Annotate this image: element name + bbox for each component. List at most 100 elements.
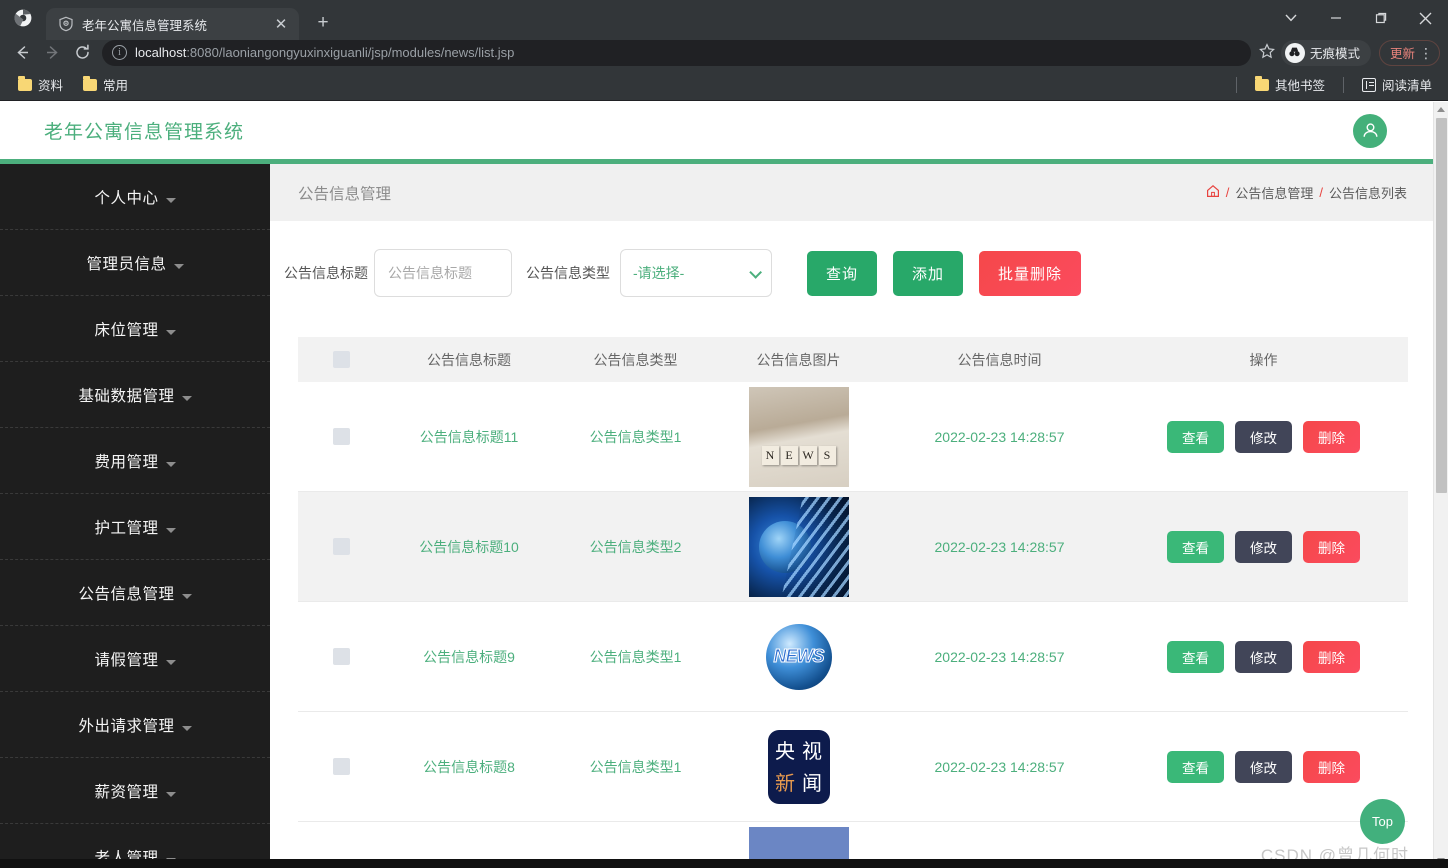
tab-close-icon[interactable]: ✕ (271, 14, 291, 34)
sidebar-item-label: 外出请求管理 (78, 717, 175, 735)
user-avatar-icon[interactable] (1353, 113, 1387, 148)
reload-icon[interactable] (68, 39, 96, 67)
sidebar-item-outing-request[interactable]: 外出请求管理 (0, 692, 270, 758)
back-icon[interactable] (8, 39, 36, 67)
thumb-letter: W (799, 445, 817, 465)
row-checkbox[interactable] (332, 758, 350, 775)
sidebar-item-label: 基础数据管理 (78, 387, 175, 405)
sidebar-item-leave-management[interactable]: 请假管理 (0, 626, 270, 692)
edit-button[interactable]: 修改 (1235, 420, 1292, 453)
view-button[interactable]: 查看 (1167, 530, 1224, 563)
tab-search-chevron-icon[interactable] (1268, 0, 1313, 36)
cell-operations: 查看 修改 删除 (1119, 750, 1408, 783)
sidebar-item-admin-info[interactable]: 管理员信息 (0, 230, 270, 296)
scrollbar-thumb[interactable] (1436, 118, 1447, 493)
row-checkbox[interactable] (332, 648, 350, 665)
edit-button[interactable]: 修改 (1235, 640, 1292, 673)
edit-button[interactable]: 修改 (1235, 530, 1292, 563)
sidebar-item-label: 护工管理 (94, 519, 159, 537)
view-button[interactable]: 查看 (1167, 420, 1224, 453)
breadcrumb: / 公告信息管理 / 公告信息列表 (1206, 183, 1407, 202)
sidebar-item-elderly-management[interactable]: 老人管理 (0, 824, 270, 863)
type-filter-select[interactable]: -请选择- (620, 249, 772, 297)
table-row: 公告信息标题9 公告信息类型1 NEWS 2022-02-23 14:28:57… (298, 602, 1408, 712)
home-icon[interactable] (1206, 184, 1220, 201)
cell-title[interactable]: 公告信息标题10 (384, 537, 554, 557)
close-icon[interactable] (1403, 0, 1448, 36)
app-title: 老年公寓信息管理系统 (44, 122, 245, 143)
tab-title: 老年公寓信息管理系统 (82, 18, 208, 33)
row-checkbox[interactable] (332, 538, 350, 555)
sidebar-item-fee-management[interactable]: 费用管理 (0, 428, 270, 494)
address-bar[interactable]: i localhost:8080/laoniangongyuxinxiguanl… (102, 39, 1251, 66)
cell-time: 2022-02-23 14:28:57 (934, 648, 1065, 665)
row-select-cell (298, 758, 384, 775)
browser-menu-icon[interactable]: ⋮ (1419, 46, 1433, 60)
browser-tab[interactable]: 老年公寓信息管理系统 ✕ (46, 8, 299, 40)
incognito-icon (1284, 42, 1305, 63)
cell-type: 公告信息类型1 (589, 428, 682, 445)
incognito-indicator[interactable]: 无痕模式 (1280, 39, 1371, 66)
row-checkbox[interactable] (332, 428, 350, 445)
cell-title[interactable]: 公告信息标题9 (384, 647, 554, 667)
search-button[interactable]: 查询 (807, 250, 878, 296)
scroll-up-arrow-icon[interactable] (1437, 107, 1445, 112)
cell-title[interactable]: 公告信息标题8 (384, 757, 554, 777)
maximize-icon[interactable] (1358, 0, 1403, 36)
title-filter-input[interactable] (374, 249, 512, 297)
view-button[interactable]: 查看 (1167, 750, 1224, 783)
scroll-to-top-button[interactable]: Top (1360, 799, 1405, 844)
sidebar-item-salary-management[interactable]: 薪资管理 (0, 758, 270, 824)
sidebar-item-personal-center[interactable]: 个人中心 (0, 164, 270, 230)
delete-button[interactable]: 删除 (1303, 530, 1360, 563)
sidebar-item-announcement-management[interactable]: 公告信息管理 (0, 560, 270, 626)
thumb-letter: N (761, 445, 779, 465)
other-bookmarks-label: 其他书签 (1274, 79, 1325, 93)
announcement-thumbnail[interactable]: 央 视 新 闻 (748, 716, 849, 817)
breadcrumb-separator: / (1225, 185, 1230, 200)
page-scrollbar[interactable] (1433, 102, 1448, 868)
announcement-thumbnail[interactable]: N E W S (748, 386, 849, 487)
table-row: 公告信息标题8 公告信息类型1 央 视 新 闻 2022-02-23 14:28… (298, 712, 1408, 822)
delete-button[interactable]: 删除 (1303, 750, 1360, 783)
sidebar-item-label: 床位管理 (94, 321, 159, 339)
update-button[interactable]: 更新 ⋮ (1378, 39, 1440, 66)
row-select-cell (298, 428, 384, 445)
browser-window: 老年公寓信息管理系统 ✕ + i localhost:8080/laoniang… (0, 0, 1448, 868)
bookmark-item[interactable]: 常用 (75, 72, 136, 97)
sidebar-item-label: 请假管理 (94, 651, 159, 669)
delete-button[interactable]: 删除 (1303, 640, 1360, 673)
forward-icon[interactable] (38, 39, 66, 67)
cell-operations: 查看 修改 删除 (1119, 420, 1408, 453)
browser-logo-icon (0, 0, 46, 36)
sidebar-item-label: 管理员信息 (86, 255, 167, 273)
delete-button[interactable]: 删除 (1303, 420, 1360, 453)
reading-list-button[interactable]: 阅读清单 (1354, 72, 1440, 97)
other-bookmarks-button[interactable]: 其他书签 (1247, 72, 1333, 97)
reading-list-label: 阅读清单 (1381, 79, 1432, 93)
add-button[interactable]: 添加 (893, 250, 964, 296)
sidebar-item-basic-data[interactable]: 基础数据管理 (0, 362, 270, 428)
select-all-checkbox[interactable] (332, 351, 350, 368)
breadcrumb-item-1[interactable]: 公告信息管理 (1235, 183, 1313, 202)
bookmark-item[interactable]: 资料 (10, 72, 71, 97)
header-image: 公告信息图片 (756, 351, 841, 368)
chevron-down-icon (181, 594, 192, 599)
sidebar-item-caregiver-management[interactable]: 护工管理 (0, 494, 270, 560)
cell-time: 2022-02-23 14:28:57 (934, 758, 1065, 775)
site-info-icon[interactable]: i (112, 45, 127, 60)
cell-title[interactable]: 公告信息标题11 (384, 427, 554, 447)
bookmark-star-icon[interactable] (1259, 42, 1275, 63)
minimize-icon[interactable] (1313, 0, 1358, 36)
sidebar-item-bed-management[interactable]: 床位管理 (0, 296, 270, 362)
batch-delete-button[interactable]: 批量删除 (979, 250, 1082, 296)
breadcrumb-item-2[interactable]: 公告信息列表 (1329, 183, 1407, 202)
edit-button[interactable]: 修改 (1235, 750, 1292, 783)
announcement-thumbnail[interactable] (748, 496, 849, 597)
view-button[interactable]: 查看 (1167, 640, 1224, 673)
page-body: 个人中心 管理员信息 床位管理 基础数据管理 费用管理 护工管理 公告信息管理 … (0, 164, 1433, 868)
announcement-thumbnail[interactable]: NEWS (748, 606, 849, 707)
thumb-char: 视 (802, 738, 822, 763)
new-tab-button[interactable]: + (309, 9, 337, 37)
thumb-letter: E (780, 445, 798, 465)
